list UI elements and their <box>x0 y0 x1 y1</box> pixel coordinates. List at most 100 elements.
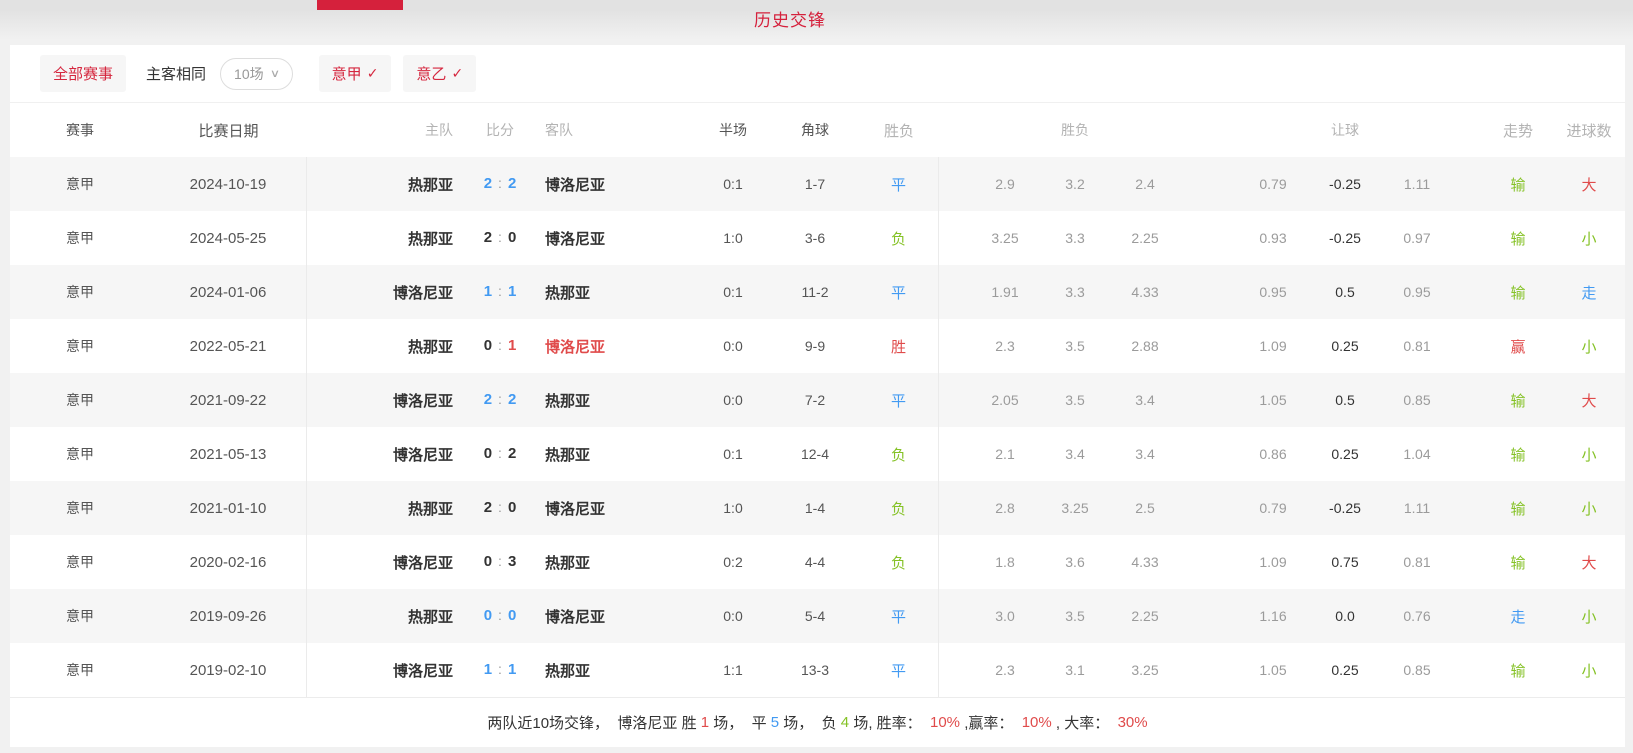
home-team: 热那亚 <box>307 174 465 195</box>
handicap-line: 0.25 <box>1309 338 1381 354</box>
handicap-away-odds: 0.76 <box>1381 608 1453 624</box>
home-team: 博洛尼亚 <box>307 552 465 573</box>
table-row[interactable]: 意甲 2019-02-10 博洛尼亚 1:1 热那亚 1:1 13-3 平 2.… <box>10 643 1625 697</box>
odds-draw: 3.1 <box>1040 662 1110 678</box>
table-row[interactable]: 意甲 2024-05-25 热那亚 2:0 博洛尼亚 1:0 3-6 负 3.2… <box>10 211 1625 265</box>
corner-cell: 1-4 <box>771 500 859 516</box>
score-separator: : <box>498 499 502 515</box>
odds-draw: 3.5 <box>1040 608 1110 624</box>
league-filter-label: 意甲 <box>332 63 362 84</box>
away-team: 热那亚 <box>535 660 695 681</box>
table-row[interactable]: 意甲 2022-05-21 热那亚 0:1 博洛尼亚 0:0 9-9 胜 2.3… <box>10 319 1625 373</box>
score-cell: 2:2 <box>465 391 535 409</box>
away-team: 热那亚 <box>535 390 695 411</box>
handicap-group: 0.79 -0.25 1.11 <box>1237 500 1453 516</box>
home-team: 博洛尼亚 <box>307 282 465 303</box>
away-score: 2 <box>508 445 516 462</box>
handicap-line: 0.5 <box>1309 392 1381 408</box>
away-team-name: 热那亚 <box>545 447 590 464</box>
goals-cell: 大 <box>1553 174 1625 195</box>
result-cell: 平 <box>859 265 939 319</box>
odds-draw: 3.4 <box>1040 446 1110 462</box>
table-row[interactable]: 意甲 2021-05-13 博洛尼亚 0:2 热那亚 0:1 12-4 负 2.… <box>10 427 1625 481</box>
summary-segment: ,赢率： <box>960 712 1022 733</box>
odds-loss: 3.4 <box>1110 446 1180 462</box>
odds-loss: 2.88 <box>1110 338 1180 354</box>
away-team: 博洛尼亚 <box>535 498 695 519</box>
odds-win: 2.05 <box>970 392 1040 408</box>
result-cell: 平 <box>859 157 939 211</box>
score-cell: 2:2 <box>465 175 535 193</box>
handicap-home-odds: 0.86 <box>1237 446 1309 462</box>
date-cell: 2021-09-22 <box>150 373 307 427</box>
table-row[interactable]: 意甲 2024-10-19 热那亚 2:2 博洛尼亚 0:1 1-7 平 2.9… <box>10 157 1625 211</box>
halftime-cell: 0:1 <box>695 446 771 462</box>
away-team-name: 博洛尼亚 <box>545 339 605 356</box>
odds-group: 2.1 3.4 3.4 <box>970 446 1180 462</box>
odds-draw: 3.6 <box>1040 554 1110 570</box>
match-count-dropdown[interactable]: 10场 ∨ <box>220 58 293 90</box>
handicap-line: 0.75 <box>1309 554 1381 570</box>
h2h-card: 全部赛事 主客相同 10场 ∨ 意甲 ✓ 意乙 ✓ 赛事 比赛日期 主队 比分 … <box>10 45 1625 747</box>
corner-cell: 12-4 <box>771 446 859 462</box>
odds-loss: 3.25 <box>1110 662 1180 678</box>
odds-group: 2.8 3.25 2.5 <box>970 500 1180 516</box>
odds-group: 2.9 3.2 2.4 <box>970 176 1180 192</box>
handicap-away-odds: 0.85 <box>1381 662 1453 678</box>
handicap-group: 1.16 0.0 0.76 <box>1237 608 1453 624</box>
filter-bar: 全部赛事 主客相同 10场 ∨ 意甲 ✓ 意乙 ✓ <box>10 45 1625 103</box>
halftime-cell: 1:0 <box>695 230 771 246</box>
result-cell: 胜 <box>859 319 939 373</box>
handicap-home-odds: 1.16 <box>1237 608 1309 624</box>
table-row[interactable]: 意甲 2019-09-26 热那亚 0:0 博洛尼亚 0:0 5-4 平 3.0… <box>10 589 1625 643</box>
score-separator: : <box>498 661 502 677</box>
goals-cell: 走 <box>1553 282 1625 303</box>
table-row[interactable]: 意甲 2021-09-22 博洛尼亚 2:2 热那亚 0:0 7-2 平 2.0… <box>10 373 1625 427</box>
date-cell: 2020-02-16 <box>150 535 307 589</box>
home-team-name: 热那亚 <box>408 177 453 194</box>
handicap-away-odds: 1.04 <box>1381 446 1453 462</box>
odds-loss: 2.5 <box>1110 500 1180 516</box>
table-row[interactable]: 意甲 2024-01-06 博洛尼亚 1:1 热那亚 0:1 11-2 平 1.… <box>10 265 1625 319</box>
league-cell: 意甲 <box>10 390 150 410</box>
table-row[interactable]: 意甲 2020-02-16 博洛尼亚 0:3 热那亚 0:2 4-4 负 1.8… <box>10 535 1625 589</box>
odds-loss: 2.25 <box>1110 230 1180 246</box>
away-team: 热那亚 <box>535 444 695 465</box>
trend-cell: 输 <box>1483 174 1553 195</box>
odds-group: 3.25 3.3 2.25 <box>970 230 1180 246</box>
handicap-away-odds: 0.85 <box>1381 392 1453 408</box>
score-cell: 0:1 <box>465 337 535 355</box>
result-cell: 负 <box>859 427 939 481</box>
table-row[interactable]: 意甲 2021-01-10 热那亚 2:0 博洛尼亚 1:0 1-4 负 2.8… <box>10 481 1625 535</box>
handicap-line: -0.25 <box>1309 230 1381 246</box>
home-team-name: 热那亚 <box>408 231 453 248</box>
summary-segment: 1 <box>701 714 709 731</box>
table-header: 赛事 比赛日期 主队 比分 客队 半场 角球 胜负 胜负 让球 走势 进球数 <box>10 103 1625 157</box>
away-team-name: 博洛尼亚 <box>545 231 605 248</box>
date-cell: 2022-05-21 <box>150 319 307 373</box>
col-home: 主队 <box>307 120 465 140</box>
handicap-away-odds: 0.81 <box>1381 554 1453 570</box>
handicap-home-odds: 1.09 <box>1237 338 1309 354</box>
trend-cell: 输 <box>1483 282 1553 303</box>
corner-cell: 1-7 <box>771 176 859 192</box>
trend-cell: 输 <box>1483 444 1553 465</box>
league-cell: 意甲 <box>10 498 150 518</box>
result-cell: 负 <box>859 481 939 535</box>
halftime-cell: 0:2 <box>695 554 771 570</box>
league-cell: 意甲 <box>10 660 150 680</box>
league-filter-serie-a[interactable]: 意甲 ✓ <box>319 55 392 92</box>
home-score: 0 <box>484 553 492 570</box>
result-cell: 平 <box>859 589 939 643</box>
trend-cell: 输 <box>1483 660 1553 681</box>
away-team: 博洛尼亚 <box>535 228 695 249</box>
handicap-group: 0.79 -0.25 1.11 <box>1237 176 1453 192</box>
home-team-name: 博洛尼亚 <box>393 663 453 680</box>
col-goals: 进球数 <box>1553 120 1625 141</box>
all-matches-button[interactable]: 全部赛事 <box>40 55 126 92</box>
away-score: 1 <box>508 337 516 354</box>
league-filter-serie-b[interactable]: 意乙 ✓ <box>403 55 476 92</box>
odds-win: 1.91 <box>970 284 1040 300</box>
goals-cell: 小 <box>1553 444 1625 465</box>
home-team-name: 热那亚 <box>408 501 453 518</box>
